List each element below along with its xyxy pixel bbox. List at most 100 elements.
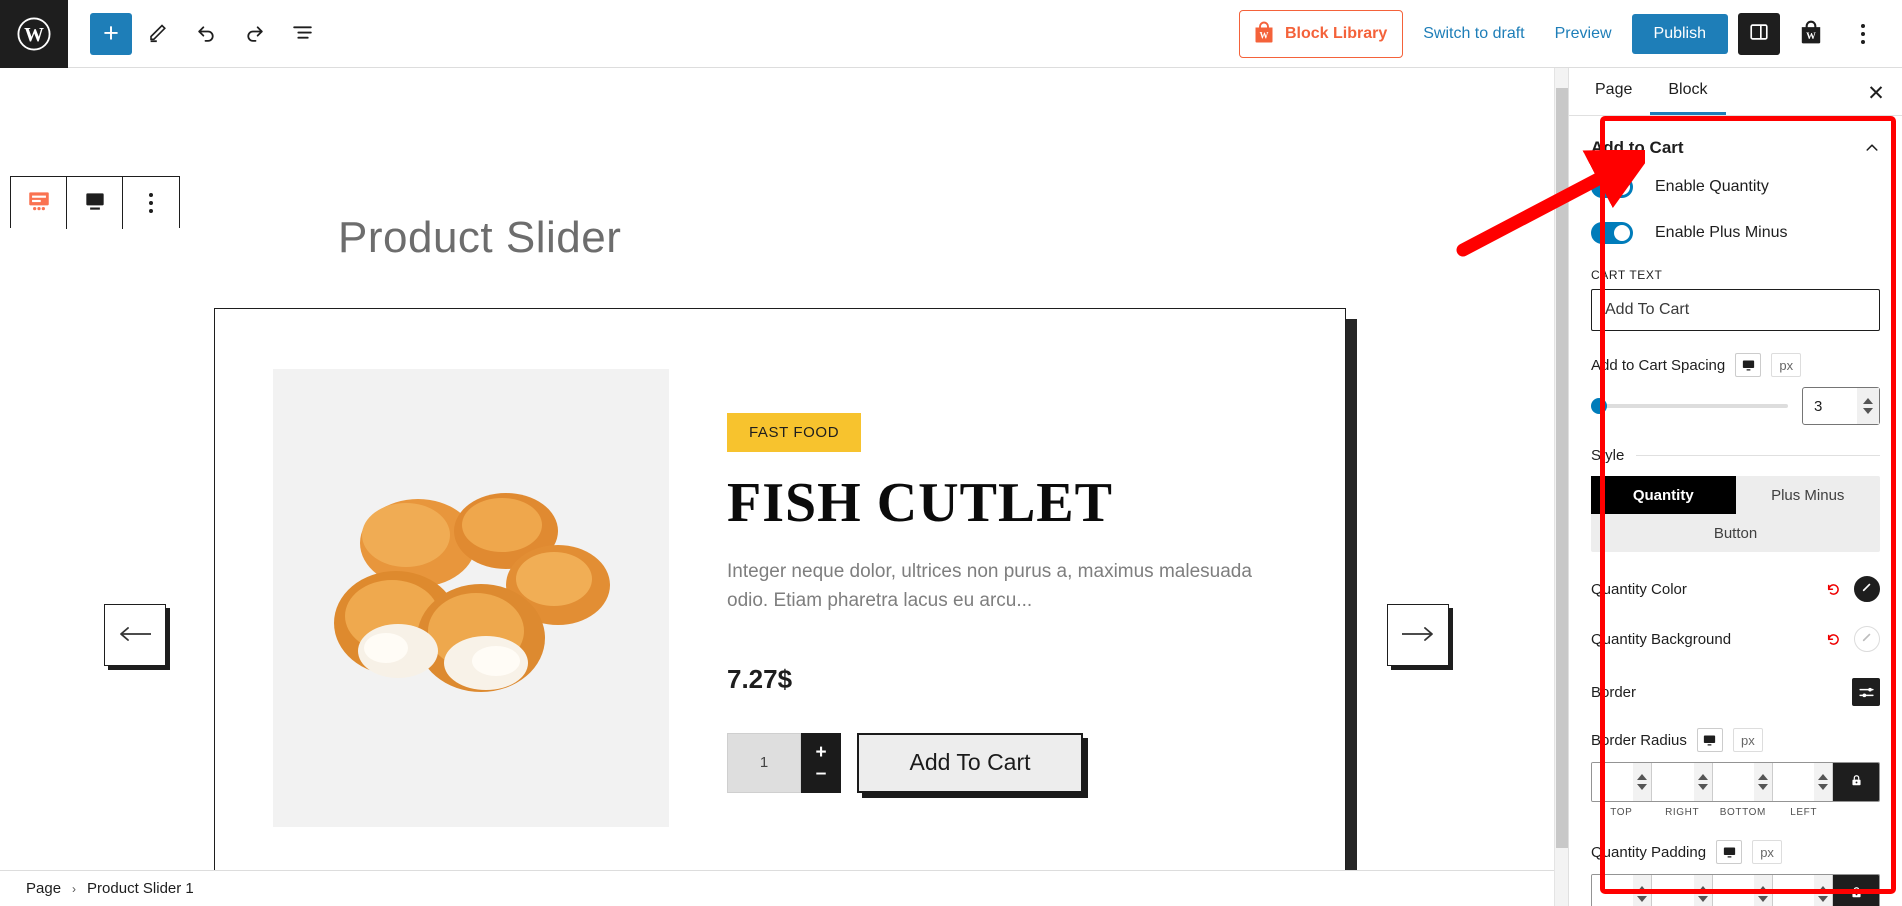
spinner-up-icon[interactable]	[1757, 886, 1768, 892]
quantity-padding-right-input[interactable]	[1652, 875, 1713, 906]
spinner-down-icon[interactable]	[1863, 408, 1873, 414]
border-radius-label-left: LEFT	[1790, 807, 1818, 818]
block-align-button[interactable]	[67, 177, 123, 229]
sliders-icon[interactable]	[1852, 678, 1880, 706]
spinner-down-icon[interactable]	[1757, 896, 1768, 902]
block-type-slider-button[interactable]	[11, 177, 67, 229]
spacing-range-slider[interactable]	[1591, 398, 1788, 414]
list-view-button[interactable]	[280, 12, 324, 56]
spacing-range-thumb[interactable]	[1591, 398, 1607, 414]
switch-to-draft-button[interactable]: Switch to draft	[1413, 17, 1534, 51]
spinner-up-icon[interactable]	[1818, 774, 1828, 780]
sidebar-scrollbar-thumb[interactable]	[1556, 88, 1568, 848]
reset-icon[interactable]	[1825, 581, 1842, 598]
tab-block[interactable]: Block	[1650, 68, 1726, 115]
link-sides-lock-button[interactable]	[1833, 763, 1879, 801]
enable-plus-minus-toggle[interactable]	[1591, 222, 1633, 244]
breadcrumb-item-block[interactable]: Product Slider 1	[87, 880, 194, 897]
quantity-minus-button[interactable]: –	[816, 764, 827, 783]
undo-button[interactable]	[184, 12, 228, 56]
spinner-down-icon[interactable]	[1757, 784, 1768, 790]
product-price: 7.27$	[727, 663, 793, 694]
block-library-button[interactable]: W Block Library	[1238, 9, 1404, 58]
desktop-icon[interactable]	[1716, 840, 1743, 864]
tab-page[interactable]: Page	[1577, 68, 1650, 115]
cart-button[interactable]: W	[1790, 13, 1832, 55]
add-block-button[interactable]: +	[90, 12, 132, 55]
wordpress-logo-icon[interactable]: W	[0, 0, 68, 68]
product-title[interactable]: FISH CUTLET	[727, 471, 1345, 535]
product-description: Integer neque dolor, ultrices non purus …	[727, 561, 1252, 612]
spinner-down-icon[interactable]	[1637, 784, 1648, 790]
product-slider-card[interactable]: FAST FOOD FISH CUTLET Integer neque dolo…	[214, 308, 1346, 906]
more-options-button[interactable]	[1842, 13, 1884, 55]
page-title[interactable]: Product Slider	[338, 213, 621, 263]
publish-button[interactable]: Publish	[1631, 13, 1728, 54]
spinner-up-icon[interactable]	[1637, 774, 1648, 780]
style-segmented-control: Quantity Plus Minus Button	[1591, 476, 1880, 552]
border-radius-left-input[interactable]	[1772, 763, 1833, 801]
cart-text-input[interactable]	[1591, 289, 1880, 331]
spacing-number-input[interactable]: 3	[1802, 387, 1880, 425]
slider-next-button[interactable]	[1387, 604, 1449, 666]
border-radius-bottom-input[interactable]	[1712, 763, 1773, 801]
spacing-unit-button[interactable]: px	[1771, 353, 1802, 377]
block-toolbar	[10, 176, 180, 229]
sidebar-scrollbar[interactable]	[1554, 68, 1568, 906]
desktop-icon[interactable]	[1696, 728, 1723, 752]
spinner-up-icon[interactable]	[1697, 886, 1708, 892]
spinner-down-icon[interactable]	[1818, 896, 1828, 902]
border-radius-unit-button[interactable]: px	[1732, 728, 1763, 752]
reset-icon[interactable]	[1825, 631, 1842, 648]
enable-quantity-toggle[interactable]	[1591, 176, 1633, 198]
chevron-up-icon[interactable]	[1864, 140, 1880, 156]
spinner-down-icon[interactable]	[1637, 896, 1648, 902]
spinner-up-icon[interactable]	[1818, 886, 1828, 892]
breadcrumb-item-page[interactable]: Page	[26, 880, 61, 897]
close-sidebar-button[interactable]: ✕	[1860, 77, 1892, 109]
settings-sidebar-toggle[interactable]	[1738, 12, 1780, 55]
spinner-up-icon[interactable]	[1697, 774, 1708, 780]
quantity-padding-top-input[interactable]	[1592, 875, 1653, 906]
quantity-padding-label: Quantity Padding	[1591, 843, 1707, 861]
plus-minus-group: + –	[801, 732, 841, 793]
style-option-button[interactable]: Button	[1591, 514, 1880, 552]
add-to-cart-panel-header[interactable]: Add to Cart	[1569, 116, 1902, 176]
add-to-cart-button[interactable]: Add To Cart	[857, 732, 1083, 793]
plus-icon: +	[103, 18, 119, 48]
spinner-up-icon[interactable]	[1757, 774, 1768, 780]
spinner-down-icon[interactable]	[1818, 784, 1828, 790]
slider-prev-button[interactable]	[104, 604, 166, 666]
border-label: Border	[1591, 683, 1637, 701]
spinner-up-icon[interactable]	[1637, 886, 1648, 892]
quantity-plus-button[interactable]: +	[815, 743, 826, 762]
spinner-up-icon[interactable]	[1863, 398, 1873, 404]
block-more-options-button[interactable]	[123, 177, 179, 229]
style-option-quantity[interactable]: Quantity	[1591, 476, 1736, 514]
preview-button[interactable]: Preview	[1545, 17, 1622, 51]
quantity-padding-bottom-input[interactable]	[1712, 875, 1773, 906]
border-radius-top-input[interactable]	[1592, 763, 1653, 801]
sidebar-panel-icon	[1748, 21, 1770, 46]
lock-icon	[1849, 773, 1864, 791]
spinner-down-icon[interactable]	[1697, 896, 1708, 902]
quantity-padding-lock-button[interactable]	[1833, 875, 1879, 906]
quantity-stepper[interactable]: 1 + –	[727, 732, 841, 793]
quantity-input[interactable]: 1	[727, 732, 801, 793]
edit-tool-button[interactable]	[136, 12, 180, 56]
border-radius-label: Border Radius	[1591, 731, 1687, 749]
redo-button[interactable]	[232, 12, 276, 56]
quantity-padding-left-input[interactable]	[1772, 875, 1833, 906]
quantity-background-swatch[interactable]	[1854, 626, 1880, 652]
quantity-color-swatch[interactable]	[1854, 576, 1880, 602]
border-radius-right-input[interactable]	[1652, 763, 1713, 801]
quantity-color-controls	[1825, 576, 1880, 602]
quantity-padding-unit-button[interactable]: px	[1752, 840, 1783, 864]
desktop-icon[interactable]	[1735, 353, 1762, 377]
border-radius-side-labels: TOP RIGHT BOTTOM LEFT	[1591, 807, 1880, 818]
border-radius-label-bottom: BOTTOM	[1719, 807, 1766, 818]
svg-text:W: W	[1259, 30, 1268, 40]
style-option-plus-minus[interactable]: Plus Minus	[1736, 476, 1881, 514]
spacing-value: 3	[1814, 397, 1823, 415]
spinner-down-icon[interactable]	[1697, 784, 1708, 790]
